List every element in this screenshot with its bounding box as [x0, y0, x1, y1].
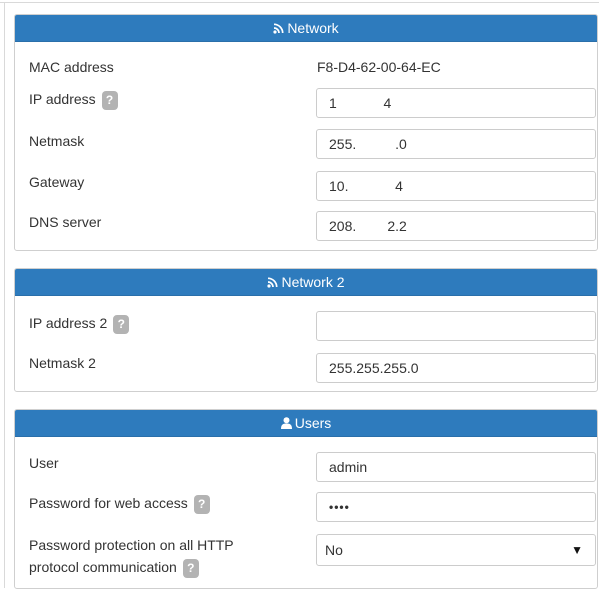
user-icon: [280, 411, 292, 437]
web-password-label-text: Password for web access: [29, 495, 188, 511]
netmask-2-input[interactable]: [316, 353, 596, 383]
network2-title: Network 2: [281, 274, 345, 290]
user-input[interactable]: [316, 452, 596, 482]
question-icon[interactable]: ?: [113, 314, 130, 334]
question-icon[interactable]: ?: [101, 90, 118, 110]
web-password-label: Password for web access ?: [29, 493, 210, 514]
network2-panel: Network 2 IP address 2 ? Netmask 2: [14, 268, 598, 392]
web-password-input[interactable]: ••••: [316, 492, 596, 522]
rss-icon: [273, 16, 284, 42]
mac-address-value: F8-D4-62-00-64-EC: [317, 59, 441, 75]
http-protection-label-line1: Password protection on all HTTP: [29, 537, 234, 553]
http-protection-select[interactable]: No ▼: [316, 534, 596, 566]
ip-address-2-label: IP address 2 ?: [29, 313, 130, 334]
netmask-2-label: Netmask 2: [29, 355, 96, 371]
ip-address-label-text: IP address: [29, 91, 96, 107]
http-protection-label: Password protection on all HTTP protocol…: [29, 534, 234, 578]
left-divider: [4, 2, 5, 588]
ip-address-input[interactable]: [316, 88, 596, 118]
users-title: Users: [294, 415, 332, 431]
network-panel: Network MAC address F8-D4-62-00-64-EC IP…: [14, 14, 598, 251]
dns-server-input[interactable]: [316, 211, 596, 241]
mac-address-label: MAC address: [29, 59, 114, 75]
network2-panel-header: Network 2: [15, 269, 597, 296]
http-protection-label-line2: protocol communication ?: [29, 556, 234, 578]
netmask-input[interactable]: [316, 129, 596, 159]
question-icon[interactable]: ?: [182, 558, 199, 578]
http-protection-label-line2-text: protocol communication: [29, 559, 177, 575]
question-icon[interactable]: ?: [193, 494, 210, 514]
http-protection-selected-value: No: [325, 542, 343, 558]
users-panel-header: Users: [15, 410, 597, 437]
top-divider: [0, 2, 599, 3]
rss-icon: [267, 270, 279, 296]
users-panel: Users User Password for web access ? •••…: [14, 409, 598, 589]
gateway-input[interactable]: [316, 171, 596, 201]
dns-server-label: DNS server: [29, 214, 102, 230]
ip-address-label: IP address ?: [29, 89, 118, 110]
network-title: Network: [287, 20, 339, 36]
network-panel-header: Network: [15, 15, 597, 42]
gateway-label: Gateway: [29, 174, 85, 190]
netmask-label: Netmask: [29, 133, 85, 149]
ip-address-2-input[interactable]: [316, 311, 596, 341]
caret-down-icon: ▼: [571, 543, 583, 557]
user-label: User: [29, 455, 59, 471]
ip-address-2-label-text: IP address 2: [29, 315, 108, 331]
